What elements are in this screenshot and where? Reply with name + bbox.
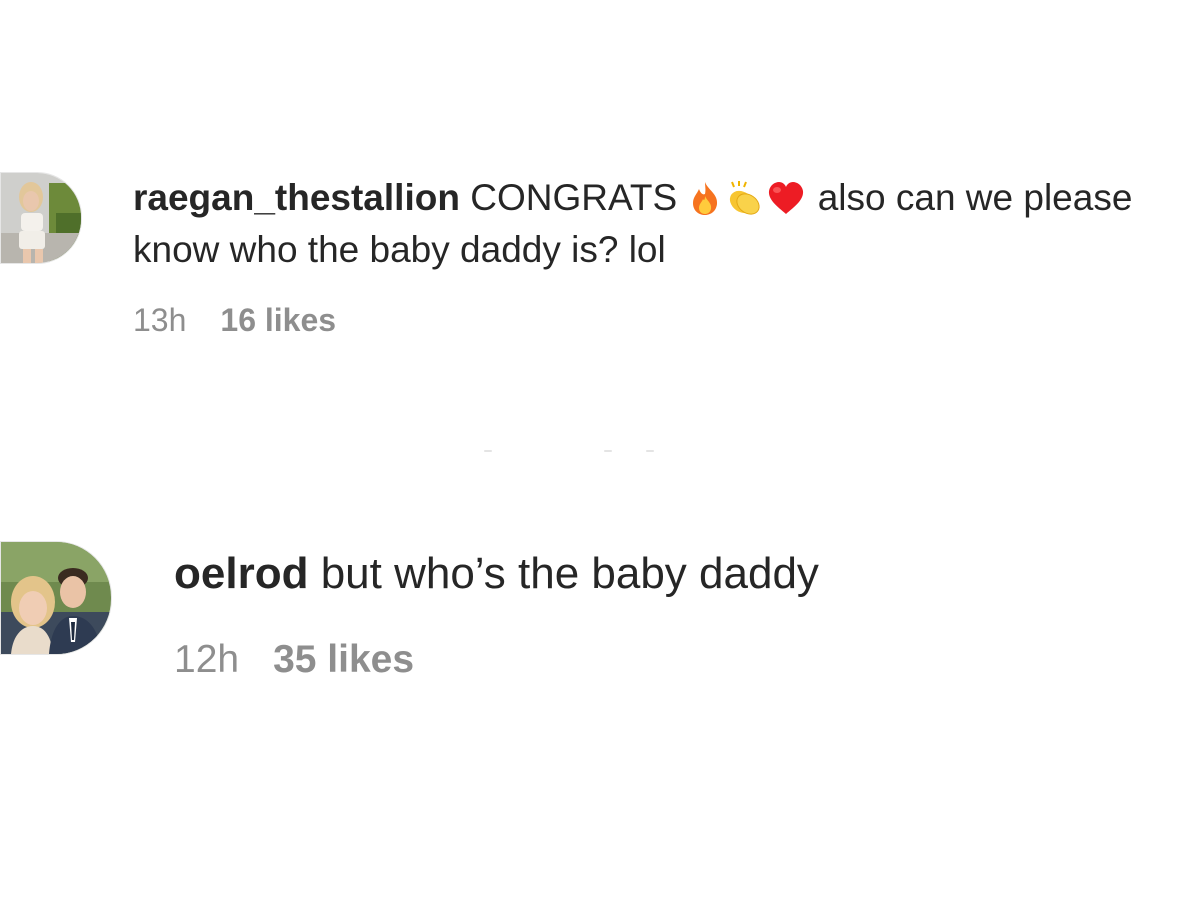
comment-meta: 12h 35 likes <box>174 636 414 684</box>
comment-text: oelrod but who’s the baby daddy <box>174 546 819 602</box>
divider <box>484 450 654 454</box>
comment-body-continued: also can we please <box>817 177 1133 218</box>
comment-meta: 13h 16 likes <box>133 300 336 340</box>
profile-photo-icon <box>1 542 111 654</box>
fire-emoji-icon <box>688 180 722 216</box>
red-heart-icon <box>766 180 806 216</box>
comment-timestamp[interactable]: 12h <box>174 638 239 681</box>
comment-body: CONGRATS <box>470 177 678 218</box>
comment-text: raegan_thestallion CONGRATS also can we … <box>133 174 1132 222</box>
comment-timestamp[interactable]: 13h <box>133 302 186 338</box>
comment-username[interactable]: oelrod <box>174 549 308 598</box>
comment-body-line2: know who the baby daddy is? lol <box>133 229 666 270</box>
clapping-hands-icon <box>724 180 764 216</box>
comment-likes-count[interactable]: 35 likes <box>273 638 414 681</box>
comment-body: but who’s the baby daddy <box>320 549 819 598</box>
comment-likes-count[interactable]: 16 likes <box>220 302 336 338</box>
profile-photo-icon <box>1 173 81 263</box>
comment-username[interactable]: raegan_thestallion <box>133 177 460 218</box>
avatar[interactable] <box>0 172 82 264</box>
comments-panel: raegan_thestallion CONGRATS also can we … <box>0 0 1200 900</box>
avatar[interactable] <box>0 541 112 655</box>
